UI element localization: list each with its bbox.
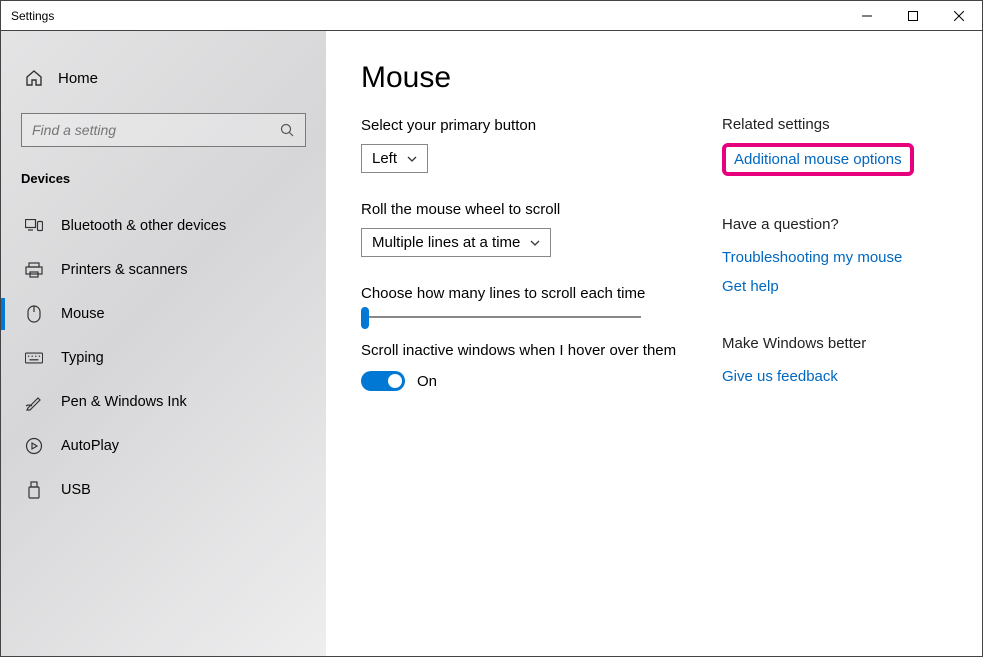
sidebar-item-label: Printers & scanners — [61, 262, 188, 278]
sidebar-item-bluetooth[interactable]: Bluetooth & other devices — [1, 204, 326, 248]
feedback-link[interactable]: Give us feedback — [722, 368, 952, 385]
devices-icon — [25, 217, 43, 235]
sidebar-item-label: Bluetooth & other devices — [61, 218, 226, 234]
chevron-down-icon — [407, 154, 417, 164]
primary-button-value: Left — [372, 150, 397, 167]
autoplay-icon — [25, 437, 43, 455]
search-input[interactable] — [21, 113, 306, 147]
get-help-link[interactable]: Get help — [722, 278, 952, 295]
sidebar-item-label: USB — [61, 482, 91, 498]
sidebar-item-typing[interactable]: Typing — [1, 336, 326, 380]
primary-button-label: Select your primary button — [361, 117, 722, 134]
wheel-scroll-label: Roll the mouse wheel to scroll — [361, 201, 722, 218]
search-icon — [280, 123, 295, 138]
printer-icon — [25, 261, 43, 279]
highlight-annotation: Additional mouse options — [722, 143, 914, 176]
sidebar-item-usb[interactable]: USB — [1, 468, 326, 512]
wheel-scroll-value: Multiple lines at a time — [372, 234, 520, 251]
home-label: Home — [58, 70, 98, 87]
question-heading: Have a question? — [722, 216, 952, 233]
keyboard-icon — [25, 349, 43, 367]
close-button[interactable] — [936, 1, 982, 31]
sidebar-item-printers[interactable]: Printers & scanners — [1, 248, 326, 292]
window-title: Settings — [1, 9, 54, 23]
main-panel: Mouse Select your primary button Left Ro… — [361, 61, 722, 656]
toggle-knob — [388, 374, 402, 388]
sidebar-item-label: Mouse — [61, 306, 105, 322]
pen-icon — [25, 393, 43, 411]
page-title: Mouse — [361, 61, 722, 95]
minimize-button[interactable] — [844, 1, 890, 31]
primary-button-select[interactable]: Left — [361, 144, 428, 173]
lines-scroll-label: Choose how many lines to scroll each tim… — [361, 285, 722, 302]
home-nav[interactable]: Home — [1, 61, 326, 95]
related-settings-heading: Related settings — [722, 116, 952, 133]
home-icon — [25, 69, 43, 87]
sidebar-item-pen[interactable]: Pen & Windows Ink — [1, 380, 326, 424]
title-bar: Settings — [1, 1, 982, 31]
slider-thumb[interactable] — [361, 307, 369, 329]
window-controls — [844, 1, 982, 31]
sidebar-item-label: Typing — [61, 350, 104, 366]
usb-icon — [25, 481, 43, 499]
additional-mouse-options-link[interactable]: Additional mouse options — [734, 151, 902, 168]
chevron-down-icon — [530, 238, 540, 248]
inactive-scroll-toggle[interactable] — [361, 371, 405, 391]
toggle-state-label: On — [417, 373, 437, 390]
slider-track — [361, 316, 641, 318]
wheel-scroll-select[interactable]: Multiple lines at a time — [361, 228, 551, 257]
search-field[interactable] — [32, 122, 280, 138]
maximize-button[interactable] — [890, 1, 936, 31]
feedback-heading: Make Windows better — [722, 335, 952, 352]
mouse-icon — [25, 305, 43, 323]
sidebar-section-title: Devices — [1, 165, 326, 204]
aside-panel: Related settings Additional mouse option… — [722, 61, 952, 656]
inactive-scroll-label: Scroll inactive windows when I hover ove… — [361, 342, 722, 359]
sidebar-item-mouse[interactable]: Mouse — [1, 292, 326, 336]
sidebar: Home Devices Bluetooth & other devices P… — [1, 31, 326, 656]
sidebar-item-autoplay[interactable]: AutoPlay — [1, 424, 326, 468]
lines-scroll-slider[interactable] — [361, 316, 641, 318]
troubleshooting-link[interactable]: Troubleshooting my mouse — [722, 249, 952, 266]
sidebar-item-label: Pen & Windows Ink — [61, 394, 187, 410]
sidebar-item-label: AutoPlay — [61, 438, 119, 454]
